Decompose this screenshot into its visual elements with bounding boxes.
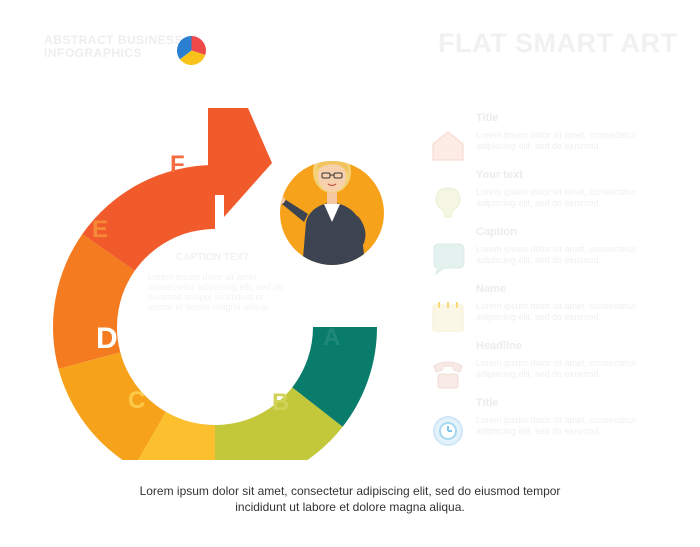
center-caption-title: CAPTION TEXT <box>176 252 250 263</box>
legend-item: Caption Lorem ipsum dolor sit amet, cons… <box>430 226 660 283</box>
legend-title: Caption <box>476 226 517 238</box>
page-title: FLAT SMART ART <box>438 28 678 58</box>
legend-text: Lorem ipsum dolor sit amet, consectetur … <box>476 187 637 208</box>
segment-label-c: C <box>128 387 145 414</box>
brand-text: ABSTRACT BUSINESS INFOGRAPHICS <box>44 34 183 60</box>
legend-title: Headline <box>476 340 522 352</box>
legend-item: Name Lorem ipsum dolor sit amet, consect… <box>430 283 660 340</box>
legend-text: Lorem ipsum dolor sit amet, consectetur … <box>476 244 637 265</box>
segment-label-b: B <box>272 389 289 416</box>
legend-item: Title Lorem ipsum dolor sit amet, consec… <box>430 112 660 169</box>
legend-title: Your text <box>476 169 523 181</box>
phone-icon <box>433 361 463 389</box>
cycle-arrow-head <box>208 108 272 217</box>
clock-icon <box>433 416 463 446</box>
legend-text: Lorem ipsum dolor sit amet, consectetur … <box>476 130 637 151</box>
businesswoman-illustration <box>275 156 389 270</box>
footer-line-1: Lorem ipsum dolor sit amet, consectetur … <box>139 484 561 498</box>
legend-title: Title <box>476 112 499 124</box>
segment-label-a: A <box>323 324 340 351</box>
legend-text: Lorem ipsum dolor sit amet, consectetur … <box>476 415 637 436</box>
home-icon <box>432 131 464 161</box>
brand-line-2: INFOGRAPHICS <box>44 46 143 60</box>
bulb-icon <box>435 187 461 218</box>
chat-icon <box>433 243 465 276</box>
legend-title: Title <box>476 397 499 409</box>
calendar-icon <box>432 302 464 332</box>
legend-item: Your text Lorem ipsum dolor sit amet, co… <box>430 169 660 226</box>
pie-logo-icon <box>176 35 206 65</box>
center-caption-text: Lorem ipsum dolor sit amet, consectetur … <box>148 272 284 312</box>
footer-line-2: incididunt ut labore et dolore magna ali… <box>235 500 465 514</box>
segment-label-f: F <box>170 151 185 178</box>
legend-list: Title Lorem ipsum dolor sit amet, consec… <box>430 112 660 454</box>
legend-item: Headline Lorem ipsum dolor sit amet, con… <box>430 340 660 397</box>
segment-label-d: D <box>96 322 118 355</box>
legend-text: Lorem ipsum dolor sit amet, consectetur … <box>476 358 637 379</box>
legend-text: Lorem ipsum dolor sit amet, consectetur … <box>476 301 637 322</box>
footer-caption: Lorem ipsum dolor sit amet, consectetur … <box>0 483 700 515</box>
legend-item: Title Lorem ipsum dolor sit amet, consec… <box>430 397 660 454</box>
segment-label-e: E <box>92 216 108 243</box>
legend-title: Name <box>476 283 506 295</box>
